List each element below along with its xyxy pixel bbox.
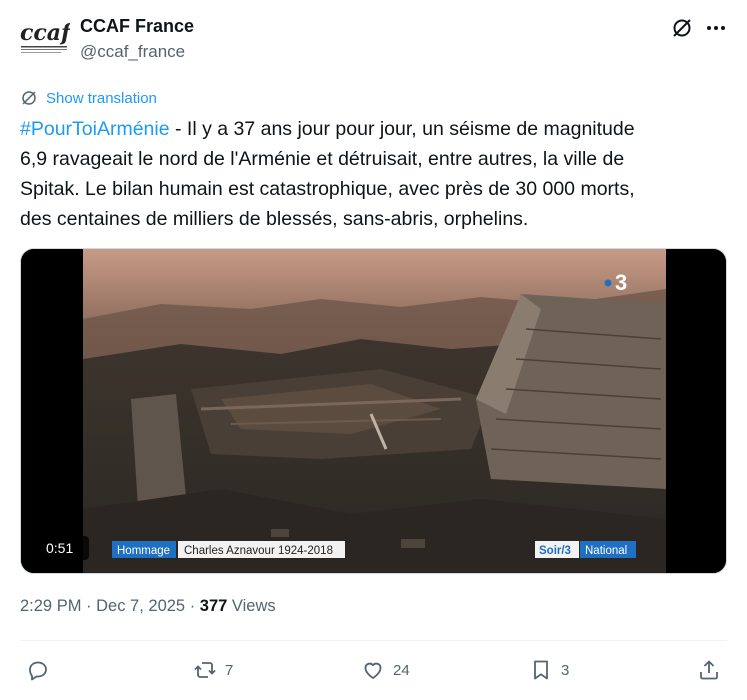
ccaf-logo: ccaf xyxy=(20,20,74,53)
tweet-time[interactable]: 2:29 PM xyxy=(20,597,81,615)
avatar[interactable]: ccaf xyxy=(20,14,74,58)
share-button[interactable] xyxy=(697,657,721,683)
bookmark-count: 3 xyxy=(561,661,570,679)
tweet-text: #PourToiArménie - Il y a 37 ans jour pou… xyxy=(20,114,720,234)
author-handle[interactable]: @ccaf_france xyxy=(80,42,185,62)
tweet-date[interactable]: Dec 7, 2025 xyxy=(96,597,185,615)
views-label: Views xyxy=(227,597,276,615)
hashtag-link[interactable]: #PourToiArménie xyxy=(20,118,170,140)
reply-icon xyxy=(29,661,47,681)
lower-third-title: Charles Aznavour 1924-2018 xyxy=(184,545,333,557)
bookmark-icon xyxy=(534,660,548,680)
channel-logo: 3 xyxy=(615,270,627,295)
retweet-button[interactable]: 7 xyxy=(193,657,233,683)
channel-logo-dot xyxy=(604,279,612,287)
tweet-line-4: des centaines de milliers de blessés, sa… xyxy=(20,208,529,230)
reply-button[interactable] xyxy=(26,657,58,683)
video-duration: 0:51 xyxy=(46,540,73,556)
like-button[interactable]: 24 xyxy=(361,657,410,683)
share-icon xyxy=(700,660,718,680)
views-count: 377 xyxy=(199,597,228,615)
tweet-line-1: - Il y a 37 ans jour pour jour, un séism… xyxy=(169,118,635,140)
more-options-icon[interactable] xyxy=(704,16,728,40)
tweet-meta: 2:29 PM · Dec 7, 2025 · 377 Views xyxy=(20,597,276,616)
retweet-count: 7 xyxy=(225,661,234,679)
author-name[interactable]: CCAF France xyxy=(80,16,194,37)
lower-third-tag: Hommage xyxy=(117,545,170,557)
bookmark-button[interactable]: 3 xyxy=(529,657,569,683)
meta-separator: · xyxy=(185,597,200,615)
heart-icon xyxy=(364,662,382,679)
divider xyxy=(20,640,727,641)
tweet-line-2: 6,9 ravageait le nord de l'Arménie et dé… xyxy=(20,148,625,170)
show-translation-label: Show translation xyxy=(46,89,157,107)
video-player[interactable]: 3 Hommage Charles Aznavour 1924-2018 Soi… xyxy=(20,248,727,574)
logo-text: ccaf xyxy=(20,20,70,46)
retweet-icon xyxy=(194,662,216,678)
video-frame: 3 Hommage Charles Aznavour 1924-2018 Soi… xyxy=(21,249,726,573)
program-name: National xyxy=(585,545,627,557)
program-tag: Soir/3 xyxy=(539,545,571,557)
tweet-line-3: Spitak. Le bilan humain est catastrophiq… xyxy=(20,178,635,200)
meta-separator: · xyxy=(81,597,97,615)
like-count: 24 xyxy=(393,661,410,679)
show-translation-link[interactable]: Show translation xyxy=(20,88,157,108)
grok-icon[interactable] xyxy=(670,16,694,40)
translate-icon xyxy=(22,91,36,105)
